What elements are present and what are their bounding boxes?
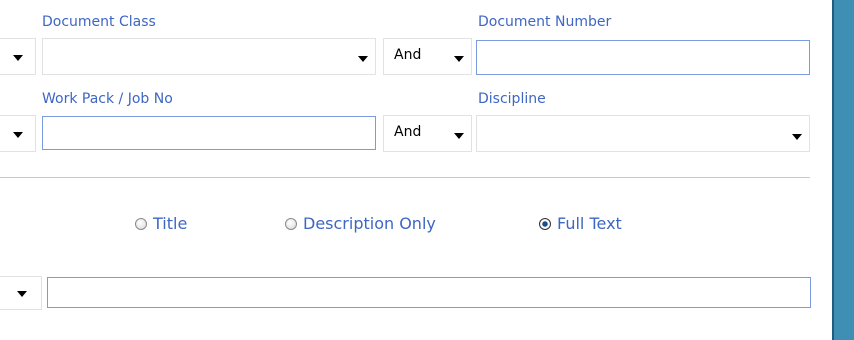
discipline-label: Discipline xyxy=(478,91,546,107)
operator-2-value: And xyxy=(394,124,422,140)
radio-full-text-label[interactable]: Full Text xyxy=(557,214,622,233)
radio-title[interactable] xyxy=(135,218,147,230)
document-class-label: Document Class xyxy=(42,14,156,30)
radio-description-only-label[interactable]: Description Only xyxy=(303,214,436,233)
discipline-select[interactable] xyxy=(476,115,810,152)
document-number-label: Document Number xyxy=(478,14,612,30)
chevron-down-icon xyxy=(17,291,27,297)
radio-description-only[interactable] xyxy=(285,218,297,230)
chevron-down-icon xyxy=(358,56,368,62)
operator-select-2[interactable]: And xyxy=(383,115,472,152)
operator-select-1[interactable]: And xyxy=(383,38,472,75)
work-pack-label: Work Pack / Job No xyxy=(42,91,173,107)
search-panel: Document Class Document Number And Work … xyxy=(0,0,834,340)
chevron-down-icon xyxy=(792,134,802,140)
operator-1-value: And xyxy=(394,47,422,63)
chevron-down-icon xyxy=(454,56,464,62)
chevron-down-icon xyxy=(13,132,23,138)
document-class-select[interactable] xyxy=(42,38,376,75)
section-divider xyxy=(0,177,810,178)
row2-prefix-dropdown[interactable] xyxy=(0,115,36,152)
chevron-down-icon xyxy=(454,133,464,139)
chevron-down-icon xyxy=(13,55,23,61)
radio-title-label[interactable]: Title xyxy=(153,214,187,233)
document-number-input[interactable] xyxy=(476,40,810,75)
search-text-input[interactable] xyxy=(47,277,811,308)
row1-prefix-dropdown[interactable] xyxy=(0,38,36,75)
search-prefix-dropdown[interactable] xyxy=(0,276,42,310)
work-pack-input[interactable] xyxy=(42,116,376,150)
radio-full-text[interactable] xyxy=(539,218,551,230)
